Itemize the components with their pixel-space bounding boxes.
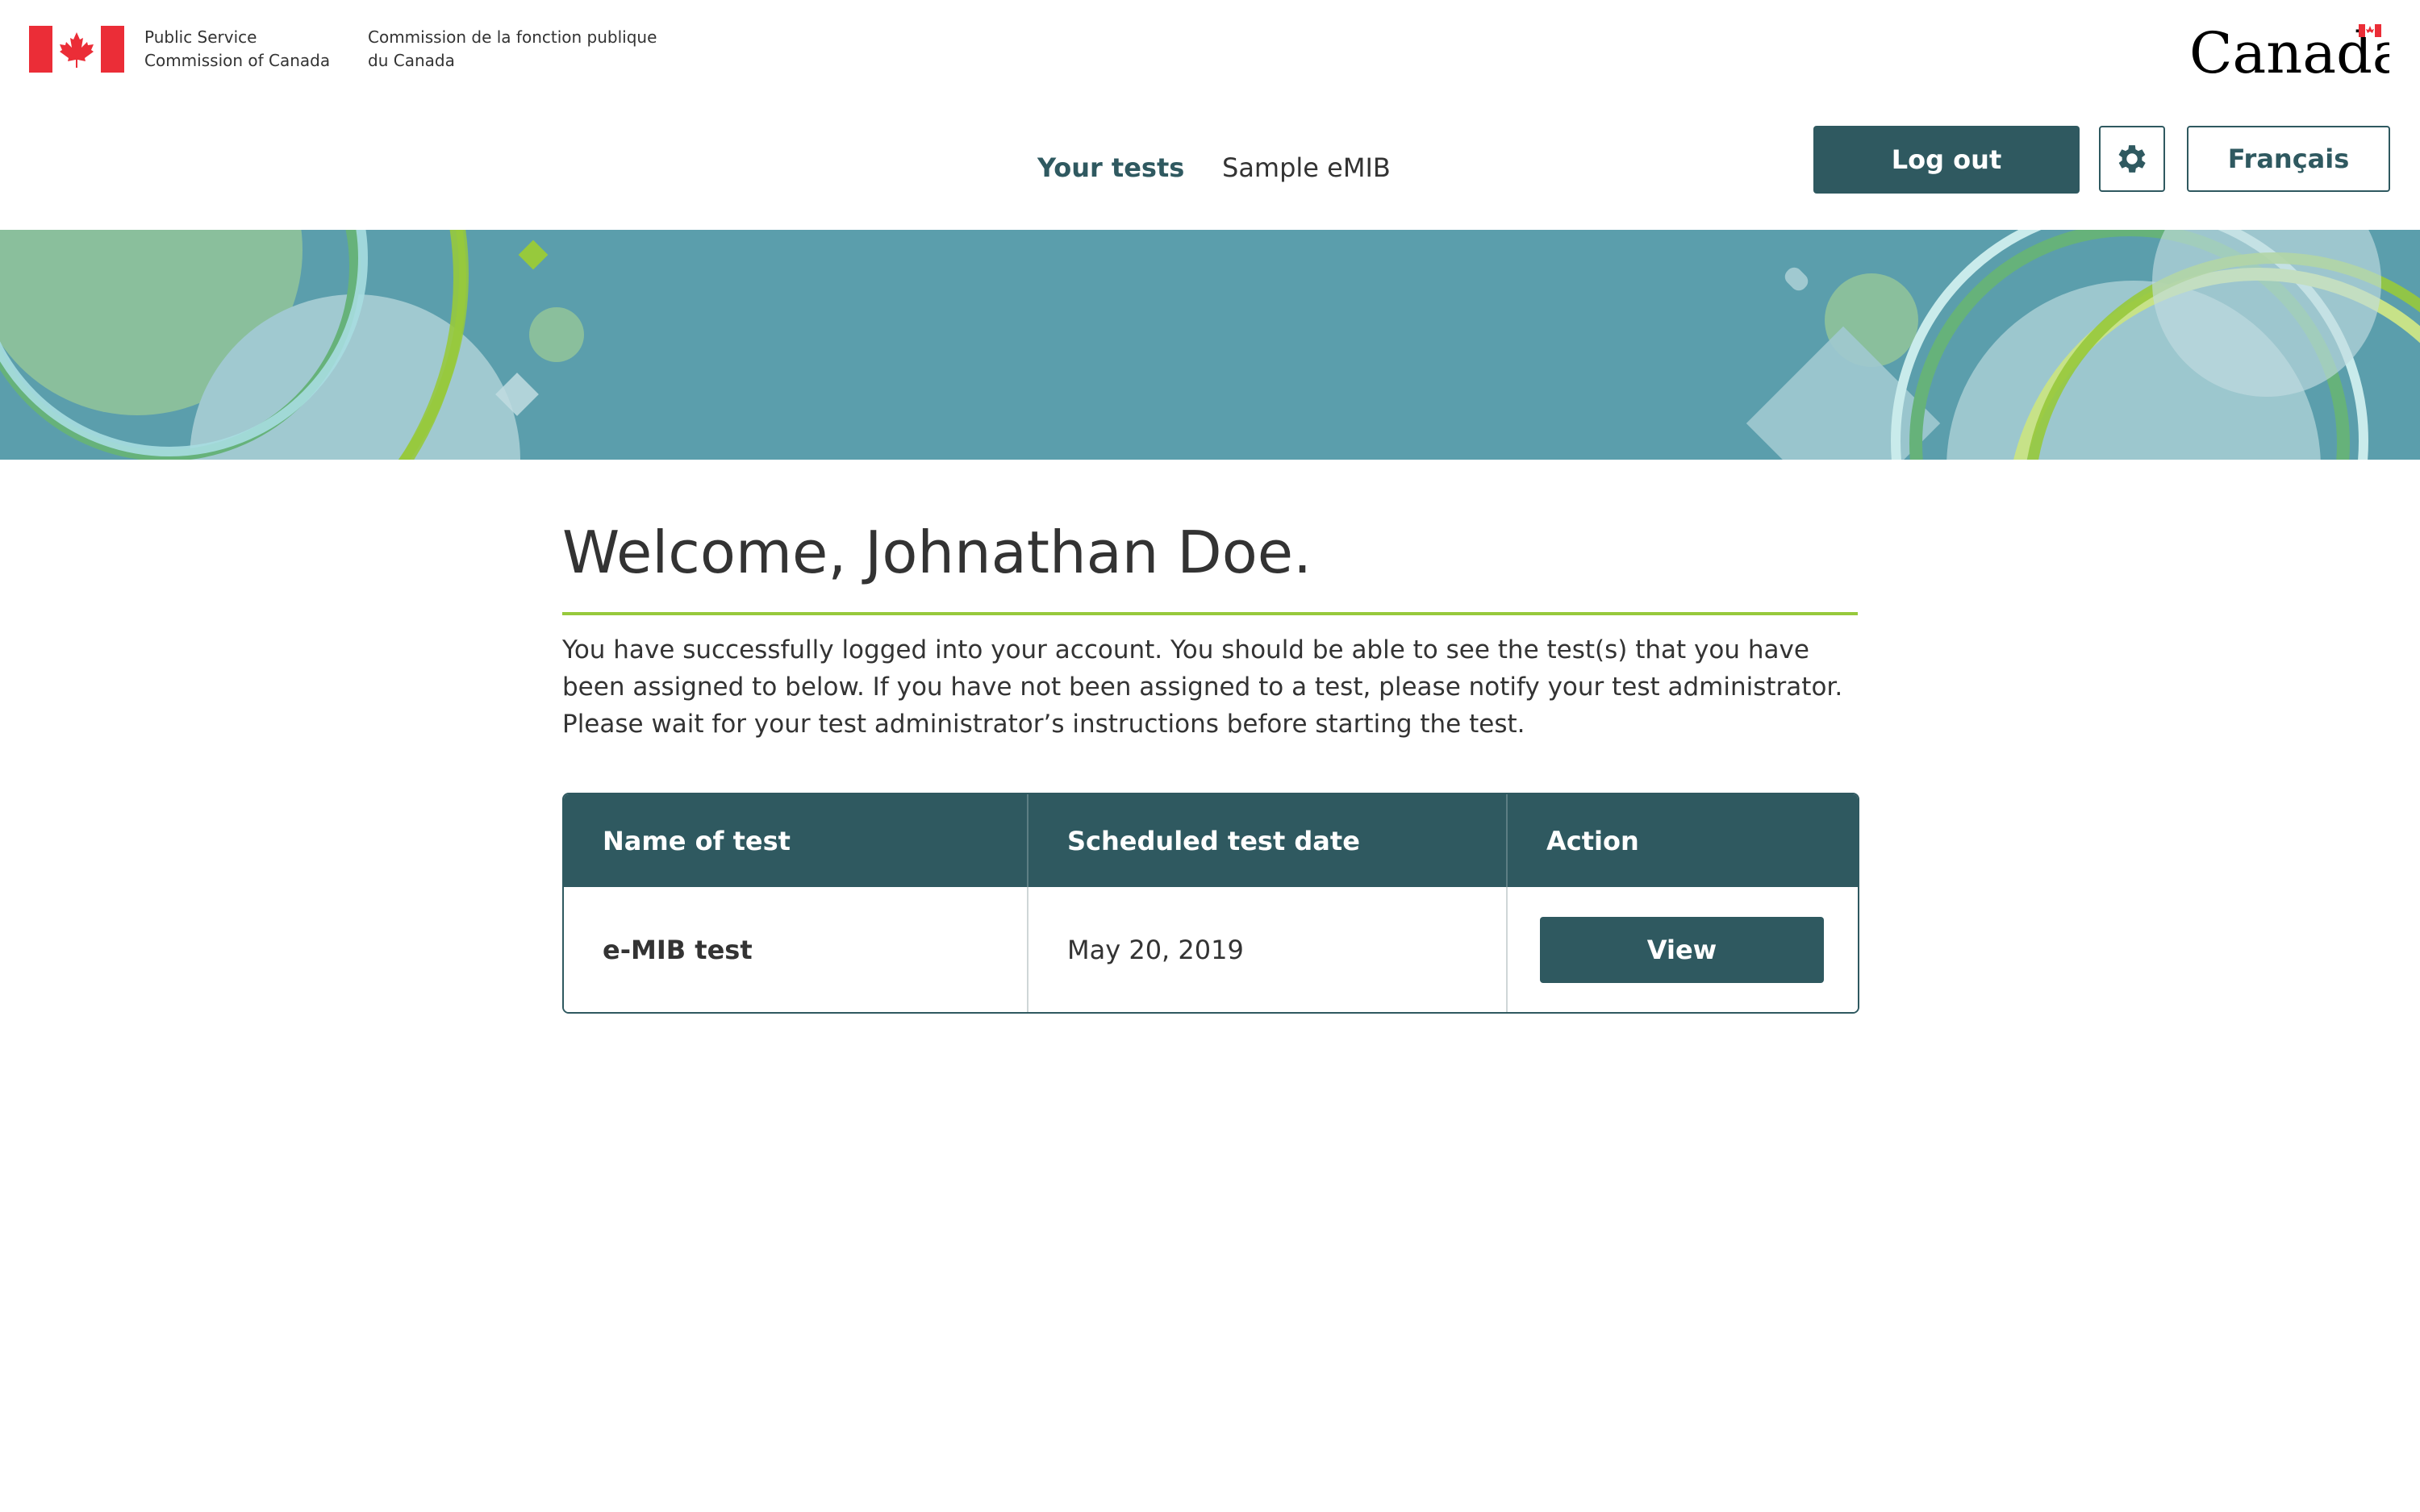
banner-illustration [0,230,2420,460]
column-header-action: Action [1546,825,1639,856]
main-content: Welcome, Johnathan Doe. You have success… [562,516,1858,743]
page-title: Welcome, Johnathan Doe. [562,519,1312,586]
nav-link-your-tests[interactable]: Your tests [1037,144,1184,192]
decorative-banner [0,230,2420,460]
welcome-message: You have successfully logged into your a… [562,635,1843,739]
column-header-name: Name of test [564,794,1028,887]
test-name-cell: e-MIB test [564,887,1028,1012]
department-name-english: Public Service Commission of Canada [144,27,331,70]
canada-flag-icon [29,26,124,73]
gear-icon [2118,145,2146,173]
settings-button[interactable] [2099,126,2165,192]
site-header: Public Service Commission of Canada Comm… [0,0,2420,105]
logout-button[interactable]: Log out [1813,126,2080,194]
action-cell: View [1508,887,1858,1012]
test-date-cell: May 20, 2019 [1028,887,1508,1012]
department-name-french: Commission de la fonction publique du Ca… [368,27,657,70]
title-underline [562,612,1858,615]
assigned-tests-table: Name of test Scheduled test date Action … [562,793,1859,1014]
view-test-button[interactable]: View [1540,916,1824,983]
main-navigation: Your tests Sample eMIB Log out Français [0,105,2420,230]
table-row: e-MIB test May 20, 2019 View [564,887,1858,1012]
nav-link-sample-emib[interactable]: Sample eMIB [1222,144,1391,192]
column-header-date: Scheduled test date [1028,794,1508,887]
canada-wordmark: Canada [2189,20,2389,79]
language-toggle-button[interactable]: Français [2187,126,2390,192]
table-header-row: Name of test Scheduled test date Action [564,794,1858,887]
